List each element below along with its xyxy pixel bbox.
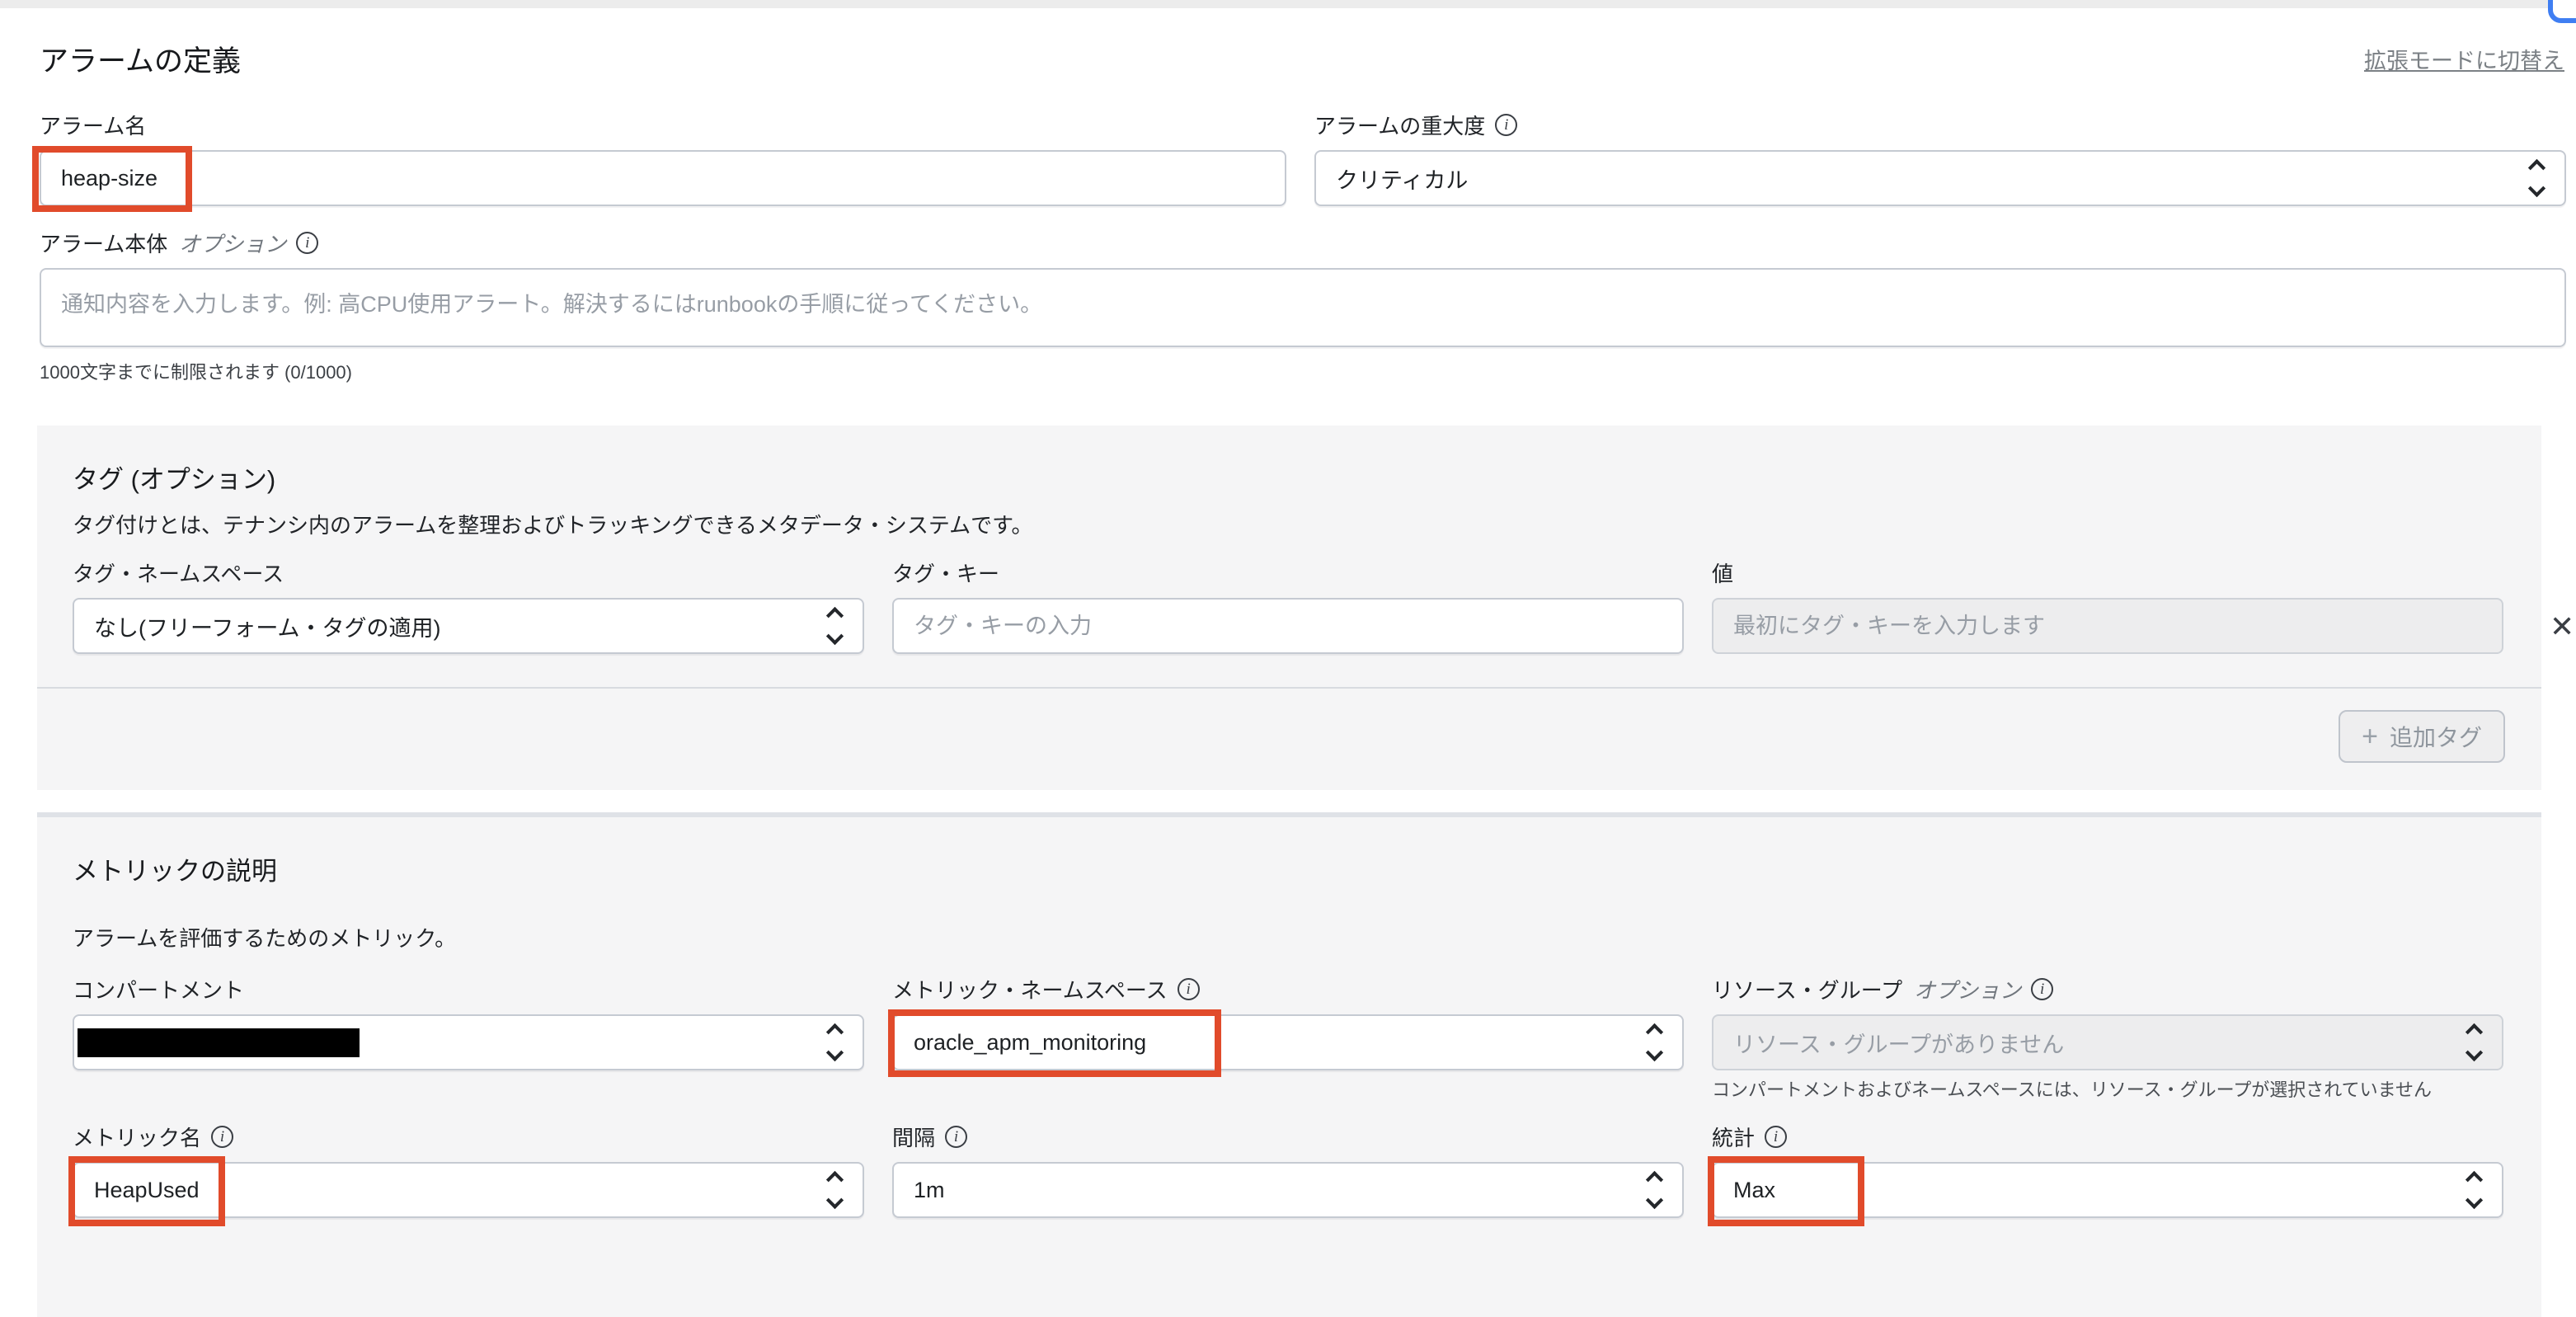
chevron-up-down-icon (829, 1174, 843, 1206)
tag-namespace-label: タグ・ネームスペース (73, 557, 864, 588)
chevron-up-down-icon (1648, 1174, 1662, 1206)
tags-description: タグ付けとは、テナンシ内のアラームを整理およびトラッキングできるメタデータ・シス… (73, 509, 2505, 539)
metric-heading: メトリックの説明 (73, 850, 2505, 887)
redaction-box (78, 1028, 360, 1057)
alarm-severity-label: アラームの重大度 i (1314, 110, 2566, 140)
add-tag-button: + 追加タグ (2339, 710, 2505, 763)
remove-tag-icon[interactable]: ✕ (2550, 612, 2574, 642)
alarm-severity-select[interactable]: クリティカル (1314, 150, 2566, 206)
metric-description: アラームを評価するためのメトリック。 (73, 922, 2505, 952)
metric-name-select[interactable]: HeapUsed (73, 1162, 864, 1218)
interval-label: 間隔 i (892, 1122, 1684, 1152)
chevron-up-down-icon (829, 1026, 843, 1059)
top-strip (0, 0, 2576, 8)
alarm-name-input[interactable] (40, 150, 1286, 206)
chevron-up-down-icon (829, 609, 843, 642)
tags-panel: タグ (オプション) タグ付けとは、テナンシ内のアラームを整理およびトラッキング… (37, 426, 2541, 790)
tag-key-label: タグ・キー (892, 557, 1684, 588)
tag-value-input (1712, 598, 2503, 654)
plus-icon: + (2362, 722, 2378, 750)
tags-divider (37, 687, 2541, 689)
chevron-up-down-icon (2468, 1174, 2482, 1206)
chevron-up-down-icon (2531, 162, 2545, 195)
metric-row-2: メトリック名 i HeapUsed 間隔 i 1m 統 (73, 1122, 2505, 1218)
alarm-top-row: アラーム名 アラームの重大度 i クリティカル (40, 110, 2566, 206)
info-icon[interactable]: i (2031, 978, 2053, 1000)
tags-field-row: タグ・ネームスペース なし(フリーフォーム・タグの適用) タグ・キー 値 ✕ (73, 557, 2505, 654)
optional-tag: オプション (1914, 974, 2021, 1004)
metric-name-label: メトリック名 i (73, 1122, 864, 1152)
tag-value-label: 値 (1712, 557, 2503, 588)
switch-to-advanced-mode-link[interactable]: 拡張モードに切替え (2364, 43, 2564, 75)
metric-row-1: コンパートメント メトリック・ネームスペース i oracle_apm_moni… (73, 974, 2505, 1100)
statistic-select[interactable]: Max (1712, 1162, 2503, 1218)
info-icon[interactable]: i (1765, 1126, 1787, 1148)
optional-tag: オプション (179, 228, 286, 258)
interval-select[interactable]: 1m (892, 1162, 1684, 1218)
alarm-body-block: アラーム本体 オプション i 1000文字までに制限されます (0/1000) (40, 228, 2566, 384)
info-icon[interactable]: i (296, 232, 318, 254)
metric-panel: メトリックの説明 アラームを評価するためのメトリック。 コンパートメント メトリ… (37, 812, 2541, 1317)
chevron-up-down-icon (2468, 1026, 2482, 1059)
metric-namespace-label: メトリック・ネームスペース i (892, 974, 1684, 1004)
alarm-body-label: アラーム本体 オプション i (40, 228, 2566, 258)
info-icon[interactable]: i (1178, 978, 1200, 1000)
chevron-up-down-icon (1648, 1026, 1662, 1059)
tag-namespace-select[interactable]: なし(フリーフォーム・タグの適用) (73, 598, 864, 654)
page-header: アラームの定義 拡張モードに切替え (40, 38, 2564, 80)
info-icon[interactable]: i (945, 1126, 967, 1148)
compartment-label: コンパートメント (73, 974, 864, 1004)
statistic-label: 統計 i (1712, 1122, 2503, 1152)
resource-group-label: リソース・グループ オプション i (1712, 974, 2503, 1004)
alarm-body-textarea[interactable] (40, 268, 2566, 347)
page-title: アラームの定義 (40, 38, 241, 80)
resource-group-select: リソース・グループがありません (1712, 1014, 2503, 1070)
char-limit-note: 1000文字までに制限されます (0/1000) (40, 358, 2566, 384)
corner-blue-artifact (2548, 0, 2576, 23)
tags-heading: タグ (オプション) (73, 459, 2505, 496)
resource-group-helper: コンパートメントおよびネームスペースには、リソース・グループが選択されていません (1712, 1080, 2503, 1100)
info-icon[interactable]: i (1495, 114, 1517, 136)
metric-namespace-select[interactable]: oracle_apm_monitoring (892, 1014, 1684, 1070)
alarm-name-label: アラーム名 (40, 110, 1286, 140)
tag-key-input[interactable] (892, 598, 1684, 654)
info-icon[interactable]: i (211, 1126, 233, 1148)
